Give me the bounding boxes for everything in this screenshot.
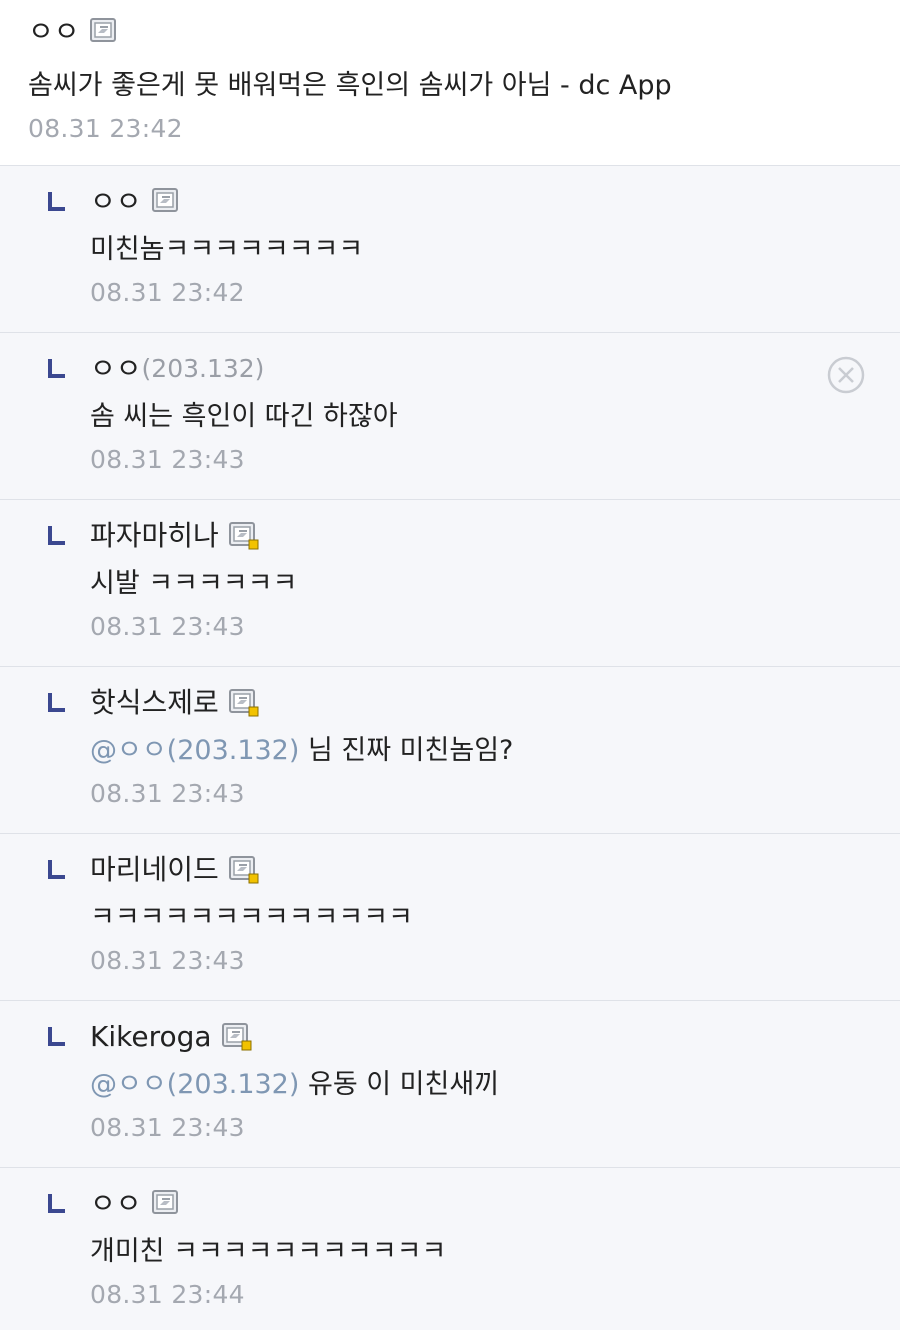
reply-message: 시발 ㅋㅋㅋㅋㅋㅋ <box>90 568 298 599</box>
reply-list: ㅇㅇ 미친놈ㅋㅋㅋㅋㅋㅋㅋㅋ 08.31 23:42 ㅇㅇ (203.132) … <box>0 166 900 1330</box>
reply-author-nickname[interactable]: 핫식스제로 <box>90 685 219 721</box>
reply-author-nickname[interactable]: ㅇㅇ <box>90 1186 142 1222</box>
reply-author-nickname[interactable]: 파자마히나 <box>90 518 219 554</box>
reply-message: 유동 이 미친새끼 <box>299 1069 500 1100</box>
reply-arrow-icon <box>48 184 66 220</box>
reply-message: ㅋㅋㅋㅋㅋㅋㅋㅋㅋㅋㅋㅋㅋ <box>90 902 413 933</box>
reply-message: 개미친 ㅋㅋㅋㅋㅋㅋㅋㅋㅋㅋㅋ <box>90 1236 447 1267</box>
reply-item: 핫식스제로 @ㅇㅇ(203.132) 님 진짜 미친놈임? 08.31 23:4… <box>0 667 900 834</box>
reply-item: ㅇㅇ (203.132) 솜 씨는 흑인이 따긴 하잖아 08.31 23:43 <box>0 333 900 500</box>
comment-header: ㅇㅇ <box>28 14 900 50</box>
reply-header: ㅇㅇ (203.132) <box>48 351 900 387</box>
reply-text: @ㅇㅇ(203.132) 님 진짜 미친놈임? <box>90 733 900 769</box>
half-fixed-nick-badge-icon <box>228 522 259 550</box>
reply-text: 시발 ㅋㅋㅋㅋㅋㅋ <box>90 566 900 602</box>
reply-arrow-icon <box>48 852 66 888</box>
fixed-nick-badge-icon <box>89 18 118 46</box>
half-fixed-nick-badge-icon <box>228 856 259 884</box>
reply-date: 08.31 23:43 <box>90 1113 245 1142</box>
reply-message: 미친놈ㅋㅋㅋㅋㅋㅋㅋㅋ <box>90 234 364 265</box>
delete-x-icon[interactable] <box>826 355 866 395</box>
fixed-nick-badge-icon <box>151 188 180 216</box>
reply-header: Kikeroga <box>48 1019 900 1055</box>
half-fixed-nick-badge-icon <box>221 1023 252 1051</box>
reply-text: 솜 씨는 흑인이 따긴 하잖아 <box>90 399 900 435</box>
comment-thread: ㅇㅇ 솜씨가 좋은게 못 배워먹은 흑인의 솜씨가 아님 - dc App 08… <box>0 0 900 1330</box>
fixed-nick-badge-icon <box>151 1190 180 1218</box>
reply-author-nickname[interactable]: Kikeroga <box>90 1019 212 1055</box>
reply-header: ㅇㅇ <box>48 1186 900 1222</box>
reply-mention[interactable]: @ㅇㅇ(203.132) <box>90 1069 299 1100</box>
reply-arrow-icon <box>48 1019 66 1055</box>
reply-item: 마리네이드 ㅋㅋㅋㅋㅋㅋㅋㅋㅋㅋㅋㅋㅋ 08.31 23:43 <box>0 834 900 1001</box>
reply-item: Kikeroga @ㅇㅇ(203.132) 유동 이 미친새끼 08.31 23… <box>0 1001 900 1168</box>
reply-header: ㅇㅇ <box>48 184 900 220</box>
reply-text: 미친놈ㅋㅋㅋㅋㅋㅋㅋㅋ <box>90 232 900 268</box>
reply-text: 개미친 ㅋㅋㅋㅋㅋㅋㅋㅋㅋㅋㅋ <box>90 1234 900 1270</box>
reply-item: ㅇㅇ 미친놈ㅋㅋㅋㅋㅋㅋㅋㅋ 08.31 23:42 <box>0 166 900 333</box>
reply-mention[interactable]: @ㅇㅇ(203.132) <box>90 735 299 766</box>
half-fixed-nick-badge-icon <box>228 689 259 717</box>
reply-date: 08.31 23:43 <box>90 946 245 975</box>
reply-text: ㅋㅋㅋㅋㅋㅋㅋㅋㅋㅋㅋㅋㅋ <box>90 900 900 936</box>
reply-item: ㅇㅇ 개미친 ㅋㅋㅋㅋㅋㅋㅋㅋㅋㅋㅋ 08.31 23:44 <box>0 1168 900 1330</box>
reply-arrow-icon <box>48 351 66 387</box>
reply-header: 마리네이드 <box>48 852 900 888</box>
reply-author-nickname[interactable]: 마리네이드 <box>90 852 219 888</box>
reply-date: 08.31 23:43 <box>90 779 245 808</box>
reply-author-nickname[interactable]: ㅇㅇ <box>90 184 142 220</box>
reply-arrow-icon <box>48 518 66 554</box>
reply-arrow-icon <box>48 685 66 721</box>
reply-header: 파자마히나 <box>48 518 900 554</box>
comment-text: 솜씨가 좋은게 못 배워먹은 흑인의 솜씨가 아님 - dc App <box>28 70 672 101</box>
reply-author-ip: (203.132) <box>141 354 265 383</box>
comment-date: 08.31 23:42 <box>28 114 183 143</box>
author-nickname[interactable]: ㅇㅇ <box>28 14 80 50</box>
reply-message: 솜 씨는 흑인이 따긴 하잖아 <box>90 401 398 432</box>
reply-header: 핫식스제로 <box>48 685 900 721</box>
reply-date: 08.31 23:43 <box>90 445 245 474</box>
reply-date: 08.31 23:42 <box>90 278 245 307</box>
reply-arrow-icon <box>48 1186 66 1222</box>
reply-date: 08.31 23:43 <box>90 612 245 641</box>
reply-message: 님 진짜 미친놈임? <box>299 735 514 766</box>
post-comment: ㅇㅇ 솜씨가 좋은게 못 배워먹은 흑인의 솜씨가 아님 - dc App 08… <box>0 0 900 166</box>
reply-author-nickname[interactable]: ㅇㅇ <box>90 351 142 387</box>
reply-item: 파자마히나 시발 ㅋㅋㅋㅋㅋㅋ 08.31 23:43 <box>0 500 900 667</box>
reply-text: @ㅇㅇ(203.132) 유동 이 미친새끼 <box>90 1067 900 1103</box>
reply-date: 08.31 23:44 <box>90 1280 245 1309</box>
